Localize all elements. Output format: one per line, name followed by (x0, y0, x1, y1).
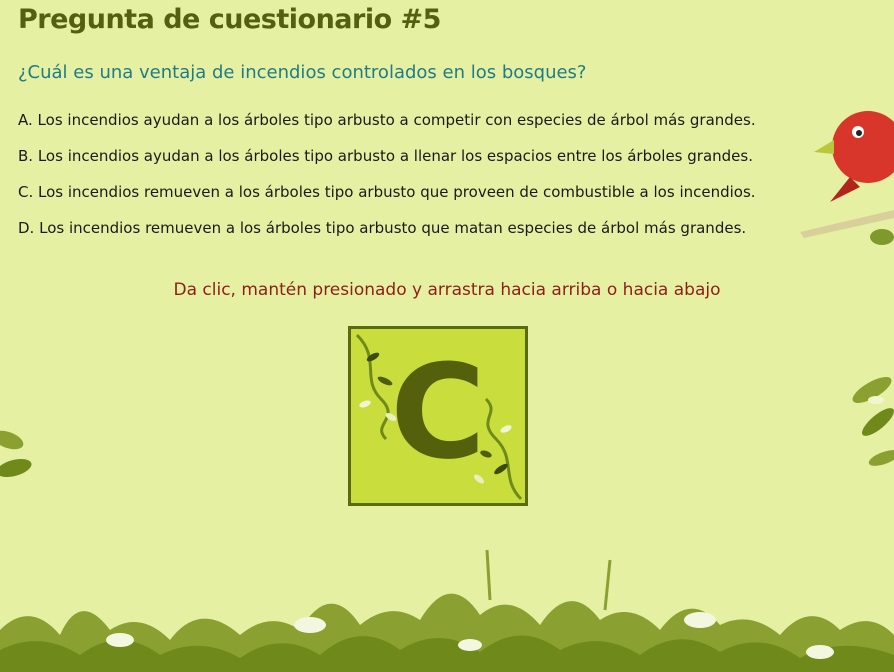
option-b: B. Los incendios ayudan a los árboles ti… (18, 144, 756, 180)
option-text: Los incendios remueven a los árboles tip… (39, 219, 747, 237)
option-text: Los incendios ayudan a los árboles tipo … (37, 147, 753, 165)
answer-selector-tile[interactable]: C (348, 326, 528, 506)
grass-foliage-icon (0, 549, 894, 672)
option-text: Los incendios ayudan a los árboles tipo … (37, 111, 756, 129)
question-text: ¿Cuál es una ventaja de incendios contro… (18, 62, 587, 83)
left-leaves-icon (0, 430, 32, 478)
option-c: C. Los incendios remueven a los árboles … (18, 180, 756, 216)
red-bird-icon (800, 111, 894, 245)
options-list: A. Los incendios ayudan a los árboles ti… (18, 108, 756, 252)
answer-letter: C (390, 336, 486, 488)
option-letter: D. (18, 219, 35, 237)
option-letter: B. (18, 147, 34, 165)
option-text: Los incendios remueven a los árboles tip… (38, 183, 756, 201)
quiz-title: Pregunta de cuestionario #5 (18, 4, 441, 35)
option-a: A. Los incendios ayudan a los árboles ti… (18, 108, 756, 144)
right-leaves-icon (852, 377, 894, 466)
option-letter: C. (18, 183, 34, 201)
drag-instruction: Da clic, mantén presionado y arrastra ha… (173, 280, 721, 300)
option-letter: A. (18, 111, 33, 129)
option-d: D. Los incendios remueven a los árboles … (18, 216, 756, 252)
